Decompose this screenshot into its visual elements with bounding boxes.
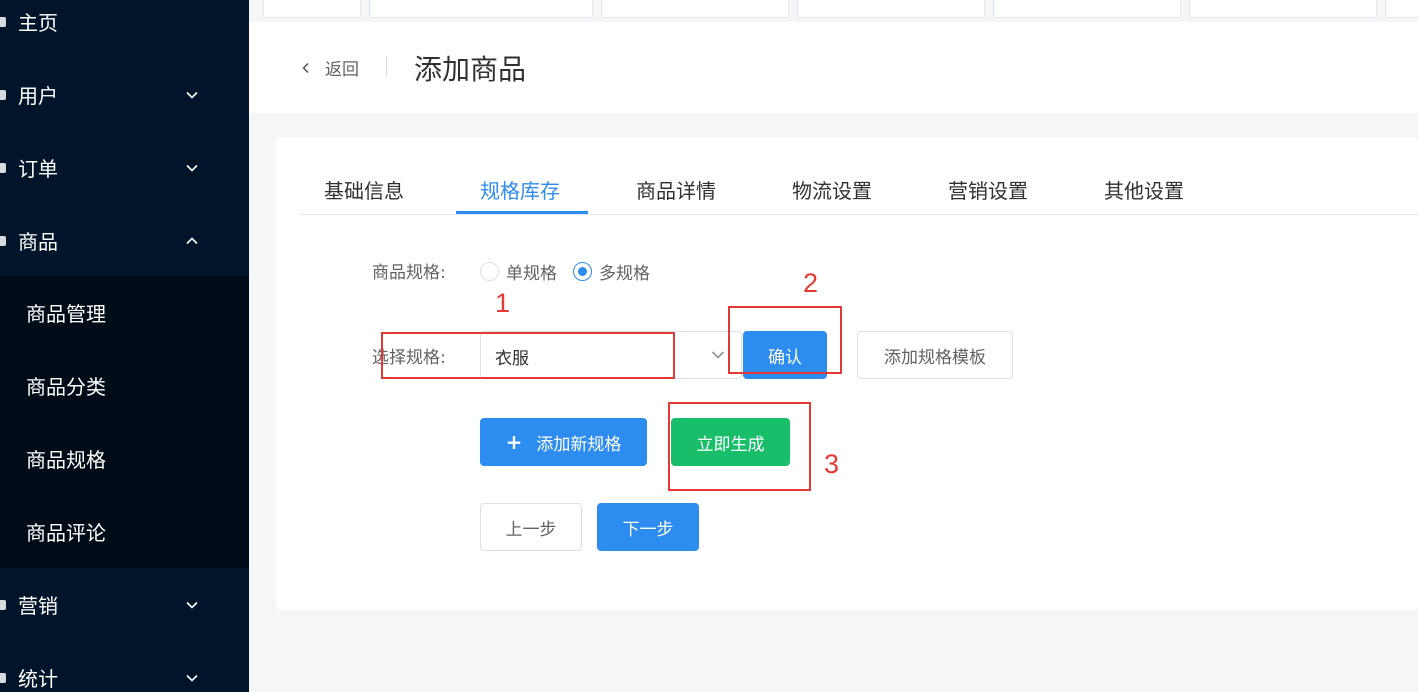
page-tag[interactable] (369, 0, 593, 18)
menu-label: 主页 (18, 11, 58, 35)
submenu-item-goods-manage[interactable]: 商品管理 (0, 276, 249, 349)
page-tag[interactable] (601, 0, 789, 18)
home-icon (0, 16, 6, 27)
stats-icon (0, 672, 6, 683)
add-new-spec-button[interactable]: + 添加新规格 (480, 418, 647, 466)
add-new-spec-label: 添加新规格 (536, 434, 622, 455)
tab-other[interactable]: 其他设置 (1104, 175, 1184, 204)
annotation-number-2: 2 (803, 268, 819, 298)
menu-item-user[interactable]: 用户 (0, 58, 249, 131)
page-tag[interactable] (1189, 0, 1377, 18)
page-tag[interactable] (993, 0, 1181, 18)
submenu-label: 商品分类 (26, 375, 106, 399)
menu-label: 商品 (18, 230, 58, 254)
back-link[interactable]: 返回 (301, 55, 359, 80)
menu-label: 营销 (18, 594, 58, 618)
submenu-label: 商品管理 (26, 302, 106, 326)
menu-item-goods[interactable]: 商品 (0, 204, 249, 277)
tab-goods-detail[interactable]: 商品详情 (636, 175, 716, 204)
page-tag[interactable] (797, 0, 985, 18)
menu-item-stats[interactable]: 统计 (0, 641, 249, 692)
chevron-down-icon (186, 91, 198, 99)
submenu-item-goods-review[interactable]: 商品评论 (0, 495, 249, 568)
chevron-down-icon (186, 674, 198, 682)
annotation-number-1: 1 (495, 288, 511, 318)
page-header: 返回 添加商品 (249, 22, 1418, 113)
spec-type-label: 商品规格: (372, 263, 446, 283)
radio-circle[interactable] (480, 262, 499, 281)
header-divider (386, 56, 387, 76)
chevron-left-icon (302, 62, 309, 73)
prev-step-button[interactable]: 上一步 (480, 503, 582, 551)
tab-marketing[interactable]: 营销设置 (948, 175, 1028, 204)
menu-label: 统计 (18, 667, 58, 691)
page-tag[interactable] (263, 0, 361, 18)
tab-basic-info[interactable]: 基础信息 (324, 175, 404, 204)
annotation-box-3 (668, 402, 811, 491)
sidebar: 主页 用户 订单 商品 商品管理 商品分类 商品规格 商品评论 营销 统计 (0, 0, 249, 692)
radio-label: 单规格 (506, 264, 557, 284)
radio-label: 多规格 (599, 264, 650, 284)
tab-logistics[interactable]: 物流设置 (792, 175, 872, 204)
marketing-icon (0, 599, 6, 610)
goods-icon (0, 235, 6, 246)
goods-submenu: 商品管理 商品分类 商品规格 商品评论 (0, 276, 249, 568)
page-tag[interactable] (1385, 0, 1418, 18)
menu-item-marketing[interactable]: 营销 (0, 568, 249, 641)
menu-item-order[interactable]: 订单 (0, 131, 249, 204)
annotation-box-2 (728, 306, 842, 374)
next-step-button[interactable]: 下一步 (597, 503, 699, 551)
menu-label: 订单 (18, 157, 58, 181)
submenu-label: 商品规格 (26, 448, 106, 472)
submenu-label: 商品评论 (26, 521, 106, 545)
user-icon (0, 89, 6, 100)
menu-label: 用户 (18, 84, 58, 108)
radio-multi-spec[interactable]: 多规格 (573, 259, 650, 284)
chevron-down-icon (186, 601, 198, 609)
chevron-down-icon (711, 351, 725, 359)
order-icon (0, 162, 6, 173)
menu-item-home[interactable]: 主页 (0, 0, 249, 58)
page-tabs-strip (249, 0, 1418, 22)
chevron-down-icon (186, 164, 198, 172)
page-title: 添加商品 (414, 53, 527, 86)
radio-circle[interactable] (573, 262, 592, 281)
submenu-item-goods-category[interactable]: 商品分类 (0, 349, 249, 422)
chevron-up-icon (186, 236, 198, 244)
radio-single-spec[interactable]: 单规格 (480, 259, 557, 284)
annotation-box-1 (381, 332, 675, 379)
annotation-number-3: 3 (824, 449, 840, 479)
tab-bar: 基础信息 规格库存 商品详情 物流设置 营销设置 其他设置 (300, 137, 1418, 215)
add-spec-template-button[interactable]: 添加规格模板 (857, 331, 1013, 379)
back-label: 返回 (325, 60, 359, 80)
active-tab-indicator (456, 211, 588, 214)
plus-icon: + (505, 430, 523, 454)
tab-spec-stock[interactable]: 规格库存 (480, 175, 560, 204)
submenu-item-goods-spec[interactable]: 商品规格 (0, 422, 249, 495)
